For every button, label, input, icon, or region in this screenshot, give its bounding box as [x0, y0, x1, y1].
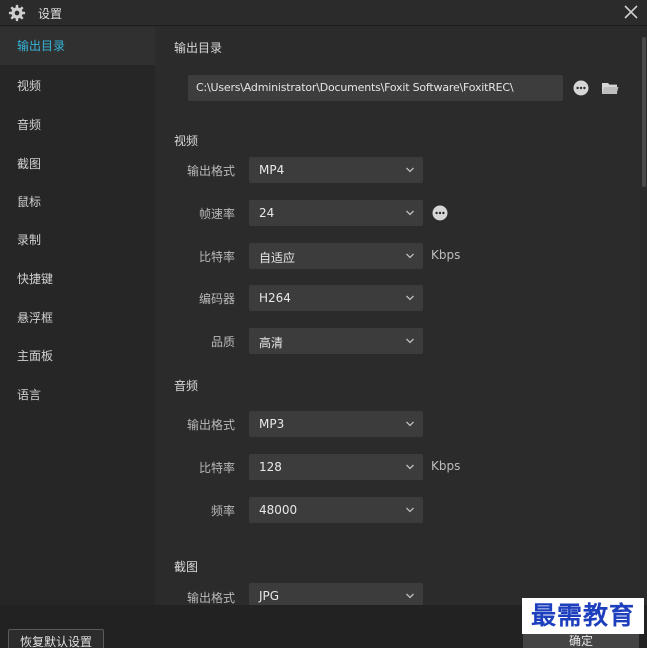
- quality-select[interactable]: 高清: [249, 328, 423, 354]
- section-title-audio: 音频: [174, 379, 199, 393]
- audio-bitrate-label: 比特率: [198, 461, 235, 475]
- chevron-down-icon: [406, 338, 414, 344]
- sidebar-item-main-panel[interactable]: 主面板: [0, 337, 155, 375]
- section-title-screenshot: 截图: [174, 560, 199, 574]
- settings-content: 输出目录 C:\Users\Administrator\Documents\Fo…: [155, 27, 647, 609]
- encoder-select[interactable]: H264: [249, 285, 423, 311]
- screenshot-format-value: JPG: [259, 589, 280, 603]
- chevron-down-icon: [406, 421, 414, 427]
- section-title-video: 视频: [174, 134, 199, 148]
- settings-sidebar: 输出目录 视频 音频 截图 鼠标 录制 快捷键 悬浮框 主面板 语言: [0, 27, 155, 605]
- scrollbar-thumb[interactable]: [642, 37, 646, 187]
- chevron-down-icon: [406, 295, 414, 301]
- sidebar-item-floating-box[interactable]: 悬浮框: [0, 299, 155, 337]
- audio-format-value: MP3: [259, 417, 285, 431]
- folder-icon[interactable]: [601, 80, 619, 96]
- sidebar-item-record[interactable]: 录制: [0, 221, 155, 259]
- window-title: 设置: [38, 7, 63, 21]
- quality-label: 品质: [210, 335, 235, 349]
- video-format-label: 输出格式: [186, 164, 235, 178]
- chevron-down-icon: [406, 253, 414, 259]
- chevron-down-icon: [406, 167, 414, 173]
- framerate-label: 帧速率: [198, 207, 235, 221]
- screenshot-format-label: 输出格式: [186, 591, 235, 605]
- watermark-logo: 最需教育: [522, 598, 644, 634]
- chevron-down-icon: [406, 593, 414, 599]
- audio-bitrate-unit: Kbps: [431, 459, 461, 473]
- video-bitrate-label: 比特率: [198, 250, 235, 264]
- video-format-value: MP4: [259, 163, 285, 177]
- framerate-select[interactable]: 24: [249, 200, 423, 226]
- frequency-label: 频率: [210, 504, 235, 518]
- more-icon[interactable]: [573, 80, 589, 96]
- sidebar-item-language[interactable]: 语言: [0, 376, 155, 414]
- restore-defaults-button[interactable]: 恢复默认设置: [8, 629, 104, 648]
- sidebar-item-output-dir[interactable]: 输出目录: [0, 27, 155, 65]
- encoder-label: 编码器: [198, 292, 235, 306]
- close-icon[interactable]: [621, 2, 641, 22]
- frequency-value: 48000: [259, 503, 298, 517]
- audio-format-label: 输出格式: [186, 418, 235, 432]
- chevron-down-icon: [406, 464, 414, 470]
- frequency-select[interactable]: 48000: [249, 497, 423, 523]
- video-bitrate-value: 自适应: [259, 251, 296, 265]
- content-scrollbar[interactable]: [641, 27, 647, 605]
- sidebar-item-video[interactable]: 视频: [0, 67, 155, 105]
- encoder-value: H264: [259, 291, 291, 305]
- chevron-down-icon: [406, 210, 414, 216]
- video-bitrate-select[interactable]: 自适应: [249, 243, 423, 269]
- sidebar-item-screenshot[interactable]: 截图: [0, 145, 155, 183]
- audio-bitrate-value: 128: [259, 460, 282, 474]
- sidebar-item-mouse[interactable]: 鼠标: [0, 183, 155, 221]
- sidebar-item-hotkeys[interactable]: 快捷键: [0, 260, 155, 298]
- output-path-field[interactable]: C:\Users\Administrator\Documents\Foxit S…: [188, 75, 563, 101]
- framerate-value: 24: [259, 206, 275, 220]
- sidebar-item-audio[interactable]: 音频: [0, 106, 155, 144]
- audio-bitrate-select[interactable]: 128: [249, 454, 423, 480]
- video-format-select[interactable]: MP4: [249, 157, 423, 183]
- video-bitrate-unit: Kbps: [431, 248, 461, 262]
- more-icon[interactable]: [432, 205, 448, 221]
- gear-icon: [8, 4, 26, 22]
- quality-value: 高清: [259, 336, 284, 350]
- chevron-down-icon: [406, 507, 414, 513]
- title-bar: 设置: [0, 0, 647, 26]
- section-title-output-dir: 输出目录: [174, 41, 223, 55]
- audio-format-select[interactable]: MP3: [249, 411, 423, 437]
